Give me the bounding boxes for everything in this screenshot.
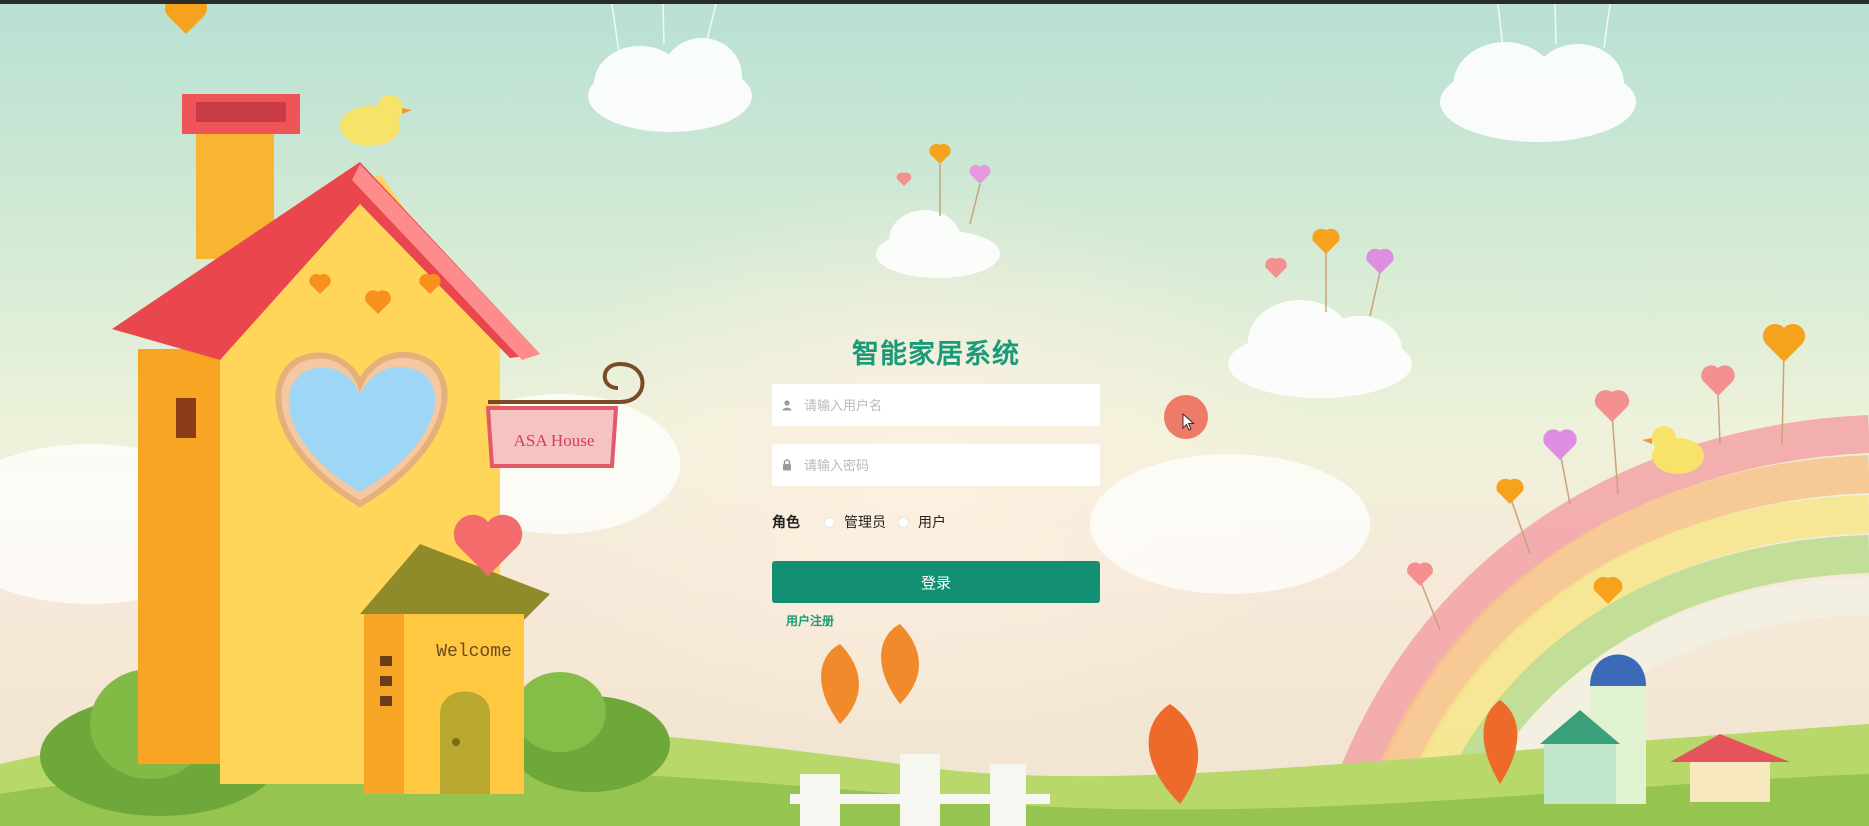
mouse-pointer-icon [1182,413,1195,431]
admin-radio-label: 管理员 [844,514,886,530]
cloud [889,210,961,270]
cloud [1318,316,1402,384]
login-button[interactable]: 登录 [772,561,1100,603]
system-title: 智能家居系统 [852,339,1020,369]
lock-icon [772,459,802,471]
cloud [1090,454,1370,594]
role-label: 角色 [772,514,800,530]
bird [340,95,412,146]
mouse-cursor-highlight [1164,395,1208,439]
register-link[interactable]: 用户注册 [786,612,834,629]
cloud [662,38,742,114]
password-input[interactable] [802,444,1086,486]
role-selector: 角色 管理员 用户 [772,512,958,532]
username-input[interactable] [802,384,1086,426]
asa-house-sign-text: ASA House [514,431,595,450]
background-illustration: ASA House Welcome 智能家居系统 请输入用户名 角色 管理员 用… [0,4,1869,826]
welcome-sign-text: Welcome [436,642,512,662]
house [112,94,550,794]
username-field[interactable] [772,384,1100,426]
admin-radio[interactable] [824,516,835,528]
user-radio-label: 用户 [918,514,946,530]
role-option-admin[interactable]: 管理员 [824,512,886,532]
cloud [1532,44,1624,124]
password-field[interactable] [772,444,1100,486]
role-option-user[interactable]: 用户 [898,512,946,532]
user-icon [772,399,802,411]
user-radio[interactable] [898,516,909,528]
